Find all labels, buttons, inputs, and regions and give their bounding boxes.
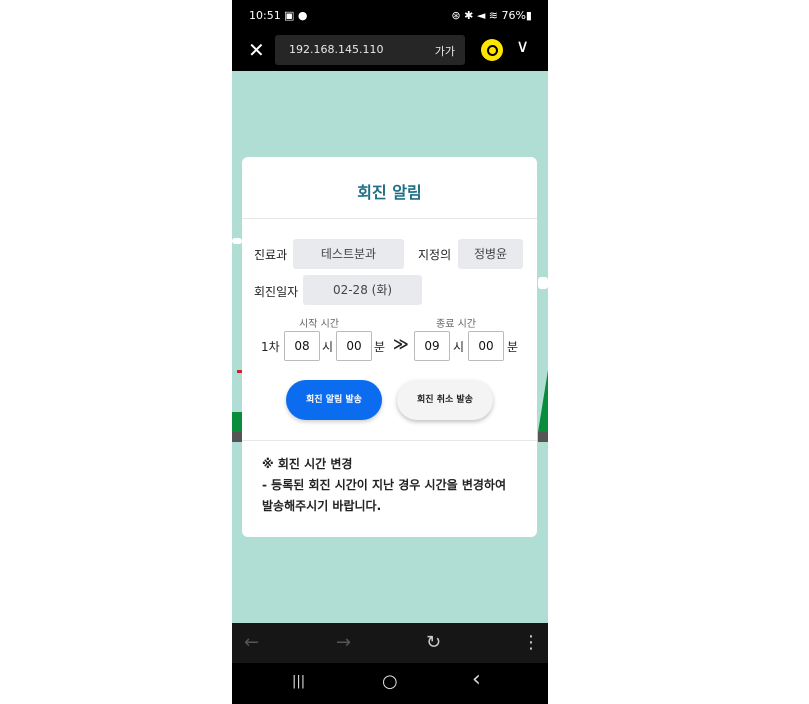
end-hour-input[interactable]: 09 [414, 331, 450, 361]
more-menu-icon[interactable]: ⋮ [522, 632, 540, 653]
system-navigation-bar: ||| ○ ‹ [232, 663, 548, 704]
background-decoration [538, 277, 548, 289]
dept-label: 진료과 [254, 248, 288, 262]
round-label: 1차 [261, 340, 280, 354]
end-minute-input[interactable]: 00 [468, 331, 504, 361]
end-time-caption: 종료 시간 [436, 319, 476, 330]
background-decoration [232, 412, 242, 432]
notification-icons: ▣ ● [284, 9, 308, 22]
close-icon[interactable]: ✕ [248, 38, 265, 62]
chevron-down-icon[interactable]: ∨ [516, 36, 529, 57]
dept-field: 테스트분과 [293, 239, 404, 269]
address-bar[interactable]: 192.168.145.110 가가 [275, 35, 465, 65]
date-label: 회진일자 [254, 285, 299, 299]
divider [242, 440, 537, 441]
background-decoration [538, 370, 548, 432]
start-hour-input[interactable]: 08 [284, 331, 320, 361]
status-right-icons: ⊛ ✱ ◄ ≋ 76%▮ [451, 9, 532, 22]
hour-unit: 시 [322, 340, 334, 354]
notice-title: ※ 회진 시간 변경 [262, 457, 353, 471]
doctor-label: 지정의 [418, 248, 452, 262]
background-decoration [232, 432, 242, 442]
recents-icon[interactable]: ||| [292, 674, 305, 689]
notice-text: - 등록된 회진 시간이 지난 경우 시간을 변경하여 [262, 478, 506, 492]
font-size-button[interactable]: 가가 [435, 43, 455, 59]
start-time-caption: 시작 시간 [299, 319, 339, 330]
home-icon[interactable]: ○ [382, 671, 398, 692]
send-rounds-cancel-button[interactable]: 회진 취소 발송 [397, 380, 493, 420]
date-field: 02-28 (화) [303, 275, 422, 305]
divider [242, 218, 537, 219]
notice-text: 발송해주시기 바랍니다. [262, 499, 382, 513]
system-back-icon[interactable]: ‹ [472, 667, 481, 692]
background-decoration [232, 238, 242, 244]
browser-toolbar: ✕ 192.168.145.110 가가 ∨ [232, 32, 548, 71]
hour-unit: 시 [453, 340, 465, 354]
minute-unit: 분 [507, 340, 519, 354]
status-time: 10:51 [249, 9, 281, 22]
status-bar: 10:51 ▣ ● ⊛ ✱ ◄ ≋ 76%▮ [232, 0, 548, 32]
minute-unit: 분 [374, 340, 386, 354]
kakao-icon[interactable] [481, 39, 503, 61]
background-decoration [538, 432, 548, 442]
url-text: 192.168.145.110 [289, 43, 384, 56]
start-minute-input[interactable]: 00 [336, 331, 372, 361]
forward-arrow-icon[interactable]: → [336, 632, 351, 653]
send-rounds-notice-button[interactable]: 회진 알림 발송 [286, 380, 382, 420]
reload-icon[interactable]: ↻ [426, 632, 441, 653]
phone-screen: 10:51 ▣ ● ⊛ ✱ ◄ ≋ 76%▮ ✕ 192.168.145.110… [232, 0, 548, 704]
doctor-field: 정병윤 [458, 239, 523, 269]
rounds-notice-modal: 회진 알림 진료과 테스트분과 지정의 정병윤 회진일자 02-28 (화) 시… [242, 157, 537, 537]
browser-navigation-bar: ← → ↻ ⋮ [232, 623, 548, 663]
back-arrow-icon[interactable]: ← [244, 632, 259, 653]
arrow-icon: ≫ [393, 335, 409, 353]
modal-title: 회진 알림 [357, 183, 422, 202]
